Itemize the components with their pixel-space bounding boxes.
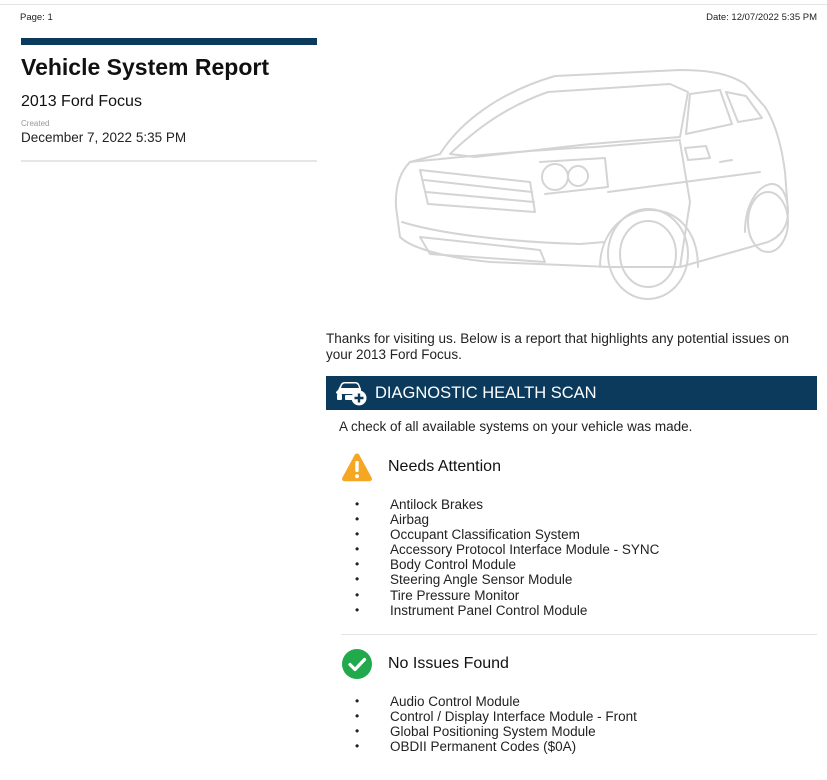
bullet: • — [355, 694, 360, 708]
list-item-label: Control / Display Interface Module - Fro… — [390, 709, 637, 725]
list-item-label: OBDII Permanent Codes ($0A) — [390, 739, 577, 755]
list-item-label: Occupant Classification System — [390, 527, 580, 543]
section-divider — [341, 634, 817, 635]
list-item-label: Audio Control Module — [390, 694, 520, 709]
list-item: • Control / Display Interface Module - Fr… — [355, 709, 637, 724]
list-item: • Tire Pressure Monitor — [355, 588, 659, 603]
bullet: • — [355, 587, 360, 602]
bullet: • — [355, 527, 360, 542]
report-title: Vehicle System Report — [21, 54, 269, 80]
warning-triangle-icon — [341, 451, 373, 483]
list-item-label: Instrument Panel Control Module — [390, 602, 588, 618]
list-item: • Instrument Panel Control Module — [355, 603, 659, 618]
list-item: • OBDII Permanent Codes ($0A) — [355, 739, 637, 754]
list-item-label: Antilock Brakes — [390, 497, 484, 512]
bullet: • — [355, 572, 360, 587]
list-item-label: Body Control Module — [390, 557, 517, 573]
top-rule — [0, 4, 827, 5]
list-item: • Audio Control Module — [355, 694, 637, 709]
list-item: • Body Control Module — [355, 557, 659, 572]
needs-attention-list: • Antilock Brakes • Airbag • Occupant Class… — [355, 497, 659, 618]
vehicle-name: 2013 Ford Focus — [21, 93, 142, 110]
bullet: • — [355, 724, 360, 739]
list-item: • Occupant Classification System — [355, 527, 659, 542]
bullet: • — [355, 557, 360, 572]
bullet: • — [355, 497, 360, 511]
scan-description: A check of all available systems on your… — [339, 419, 693, 434]
no-issues-label: No Issues Found — [388, 655, 509, 672]
list-item-label: Steering Angle Sensor Module — [390, 572, 573, 588]
list-item: • Global Positioning System Module — [355, 724, 637, 739]
needs-attention-heading: Needs Attention — [341, 451, 501, 483]
list-item: • Accessory Protocol Interface Module - S… — [355, 542, 659, 557]
no-issues-heading: No Issues Found — [341, 648, 509, 680]
diagnostic-scan-title: DIAGNOSTIC HEALTH SCAN — [375, 383, 597, 402]
bullet: • — [355, 512, 360, 527]
bullet: • — [355, 739, 360, 754]
car-health-icon — [335, 379, 369, 407]
list-item-label: Airbag — [390, 512, 430, 528]
bullet: • — [355, 709, 360, 724]
vehicle-illustration — [394, 69, 789, 300]
created-date: December 7, 2022 5:35 PM — [21, 130, 187, 145]
no-issues-list: • Audio Control Module • Control / Display… — [355, 694, 637, 754]
bullet: • — [355, 542, 360, 557]
list-item-label: Accessory Protocol Interface Module - SY… — [390, 542, 660, 558]
intro-text: Thanks for visiting us. Below is a repor… — [326, 331, 789, 362]
list-item-label: Tire Pressure Monitor — [390, 587, 520, 603]
page-number: Page: 1 — [20, 12, 53, 23]
title-accent-bar — [21, 38, 317, 45]
left-divider — [21, 160, 317, 162]
check-circle-icon — [341, 648, 373, 680]
bullet: • — [355, 602, 360, 617]
list-item: • Antilock Brakes — [355, 497, 659, 512]
list-item: • Airbag — [355, 512, 659, 527]
created-label: Created — [21, 119, 50, 128]
report-date: Date: 12/07/2022 5:35 PM — [706, 12, 817, 23]
list-item: • Steering Angle Sensor Module — [355, 572, 659, 587]
needs-attention-label: Needs Attention — [388, 458, 501, 475]
diagnostic-scan-header: DIAGNOSTIC HEALTH SCAN — [326, 376, 817, 410]
list-item-label: Global Positioning System Module — [390, 724, 596, 740]
